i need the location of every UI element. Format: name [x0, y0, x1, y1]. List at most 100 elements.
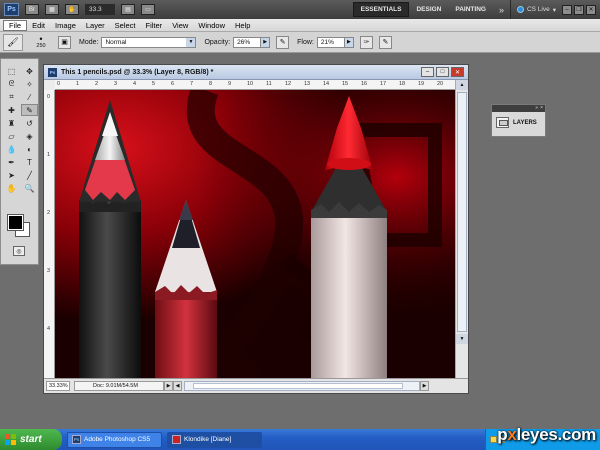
quick-mask-icon[interactable]: ◎ — [13, 246, 25, 256]
foreground-color-swatch[interactable] — [7, 214, 24, 231]
zoom-level[interactable]: 33.3 — [85, 4, 115, 15]
menu-view[interactable]: View — [167, 21, 193, 30]
minimize-icon[interactable]: – — [562, 4, 572, 15]
menu-file[interactable]: File — [3, 19, 28, 31]
tray-icon[interactable] — [490, 436, 497, 443]
menu-edit[interactable]: Edit — [27, 21, 50, 30]
ruler-top-label: 8 — [209, 81, 213, 87]
pen-tool-icon[interactable]: ✒ — [3, 156, 20, 168]
brush-preset-picker[interactable]: • 250 — [30, 33, 52, 52]
clone-stamp-tool-icon[interactable]: ♜ — [3, 117, 20, 129]
tool-preset-picker[interactable]: 🖌 — [3, 33, 23, 51]
scroll-right-icon[interactable]: ▶ — [420, 381, 429, 391]
ruler-top-label: 4 — [133, 81, 137, 87]
close-icon[interactable]: ✕ — [451, 67, 464, 77]
horizontal-scrollbar[interactable] — [184, 381, 420, 391]
zoom-tool-icon[interactable]: 🔍 — [21, 182, 38, 194]
move-tool-icon[interactable]: ✥ — [21, 65, 38, 77]
brush-panel-toggle-icon[interactable]: ▣ — [58, 35, 71, 49]
cs-live-label: CS Live — [526, 6, 550, 13]
blur-tool-icon[interactable]: 💧 — [3, 143, 20, 155]
restore-icon[interactable]: ❐ — [574, 4, 584, 15]
cs-live-button[interactable]: CS Live ▾ — [509, 0, 562, 19]
status-zoom-input[interactable]: 33.33% — [46, 381, 70, 391]
flow-label: Flow: — [297, 38, 314, 46]
opacity-slider-toggle[interactable]: ▶ — [261, 36, 271, 48]
vertical-scroll-thumb[interactable] — [457, 92, 467, 332]
hand-tool-icon[interactable]: ✋ — [3, 182, 20, 194]
quick-select-tool-icon[interactable]: ✧ — [21, 78, 38, 90]
screen-mode-icon[interactable]: ▭ — [141, 4, 155, 15]
minimize-icon[interactable]: – — [421, 67, 434, 77]
brush-tool-icon[interactable]: ✎ — [21, 104, 38, 116]
airbrush-icon[interactable]: ✑ — [359, 35, 373, 49]
ruler-left-label: 4 — [47, 326, 51, 332]
taskbar-item-label: Adobe Photoshop CS5 — [84, 436, 151, 443]
document-info[interactable]: Doc: 9.01M/54.5M — [74, 381, 164, 391]
hand-icon[interactable]: ✋ — [65, 4, 79, 15]
layers-panel-button[interactable]: LAYERS — [492, 112, 545, 133]
arrange-documents-icon[interactable]: ▤ — [121, 4, 135, 15]
menu-filter[interactable]: Filter — [141, 21, 168, 30]
vertical-scrollbar[interactable]: ▲ ▼ — [455, 80, 468, 380]
mini-bridge-icon[interactable]: ▦ — [45, 4, 59, 15]
menu-window[interactable]: Window — [193, 21, 230, 30]
brush-tip-icon: • — [39, 34, 43, 44]
history-brush-tool-icon[interactable]: ↺ — [21, 117, 38, 129]
path-selection-tool-icon[interactable]: ➤ — [3, 169, 20, 181]
taskbar-item-klondike[interactable]: Klondike [Diane] — [167, 431, 262, 448]
line-tool-icon[interactable]: ╱ — [21, 169, 38, 181]
horizontal-ruler[interactable]: 0 1 2 3 4 5 6 7 8 9 10 11 12 13 14 15 16 17 18 19 20 — [55, 80, 457, 90]
pressure-size-icon[interactable]: ✎ — [378, 35, 392, 49]
status-menu-icon[interactable]: ▶ — [164, 381, 173, 391]
photoshop-app: Ps Br ▦ ✋ 33.3 ▤ ▭ ESSENTIALS DESIGN PAI… — [0, 0, 600, 450]
eyedropper-tool-icon[interactable]: ⁄ — [21, 91, 38, 103]
workspace-essentials[interactable]: ESSENTIALS — [352, 2, 410, 17]
scroll-down-icon[interactable]: ▼ — [456, 334, 468, 344]
lasso-tool-icon[interactable]: ᘓ — [3, 78, 20, 90]
ruler-top-label: 2 — [95, 81, 99, 87]
chevron-down-icon: ▼ — [186, 37, 196, 47]
horizontal-scroll-thumb[interactable] — [193, 383, 403, 389]
pencils-artwork — [55, 90, 457, 380]
pressure-opacity-icon[interactable]: ✎ — [276, 35, 290, 49]
mode-label: Mode: — [79, 38, 99, 46]
menu-image[interactable]: Image — [50, 21, 81, 30]
image-canvas[interactable] — [55, 90, 457, 380]
flow-input[interactable]: 21% — [316, 36, 345, 48]
start-label: start — [20, 434, 42, 445]
expand-panels-icon[interactable]: » — [535, 105, 538, 112]
scroll-up-icon[interactable]: ▲ — [456, 80, 468, 90]
maximize-icon[interactable]: □ — [436, 67, 449, 77]
scroll-left-icon[interactable]: ◀ — [173, 381, 182, 391]
close-icon[interactable]: ✕ — [586, 4, 596, 15]
ruler-top-label: 14 — [323, 81, 330, 87]
flow-slider-toggle[interactable]: ▶ — [344, 36, 354, 48]
menu-select[interactable]: Select — [110, 21, 141, 30]
marquee-tool-icon[interactable]: ⬚ — [3, 65, 20, 77]
ruler-left-label: 0 — [47, 94, 51, 100]
paint-bucket-tool-icon[interactable]: ◈ — [21, 130, 38, 142]
taskbar-item-photoshop[interactable]: Ps Adobe Photoshop CS5 — [67, 431, 162, 448]
type-tool-icon[interactable]: T — [21, 156, 38, 168]
workspace-switcher: ESSENTIALS DESIGN PAINTING » CS Live ▾ –… — [349, 0, 600, 19]
workspace-painting[interactable]: PAINTING — [448, 2, 493, 17]
bridge-icon[interactable]: Br — [25, 4, 39, 15]
healing-brush-tool-icon[interactable]: ✚ — [3, 104, 20, 116]
vertical-ruler[interactable]: 012345 — [44, 90, 55, 390]
opacity-input[interactable]: 26% — [233, 36, 262, 48]
menu-layer[interactable]: Layer — [81, 21, 110, 30]
workspace-design[interactable]: DESIGN — [409, 2, 448, 17]
layers-panel: » × LAYERS — [491, 104, 546, 137]
start-button[interactable]: start — [0, 429, 62, 450]
dodge-tool-icon[interactable]: ◐ — [21, 143, 38, 155]
ruler-top-label: 1 — [76, 81, 80, 87]
panel-menu-icon[interactable]: × — [540, 105, 543, 112]
crop-tool-icon[interactable]: ⌗ — [3, 91, 20, 103]
more-workspaces-button[interactable]: » — [493, 5, 510, 15]
menu-help[interactable]: Help — [230, 21, 255, 30]
brush-icon: 🖌 — [7, 36, 19, 47]
eraser-tool-icon[interactable]: ▱ — [3, 130, 20, 142]
document-title-bar[interactable]: Ps This 1 pencils.psd @ 33.3% (Layer 8, … — [44, 65, 468, 80]
mode-select[interactable]: Normal ▼ — [101, 36, 197, 48]
